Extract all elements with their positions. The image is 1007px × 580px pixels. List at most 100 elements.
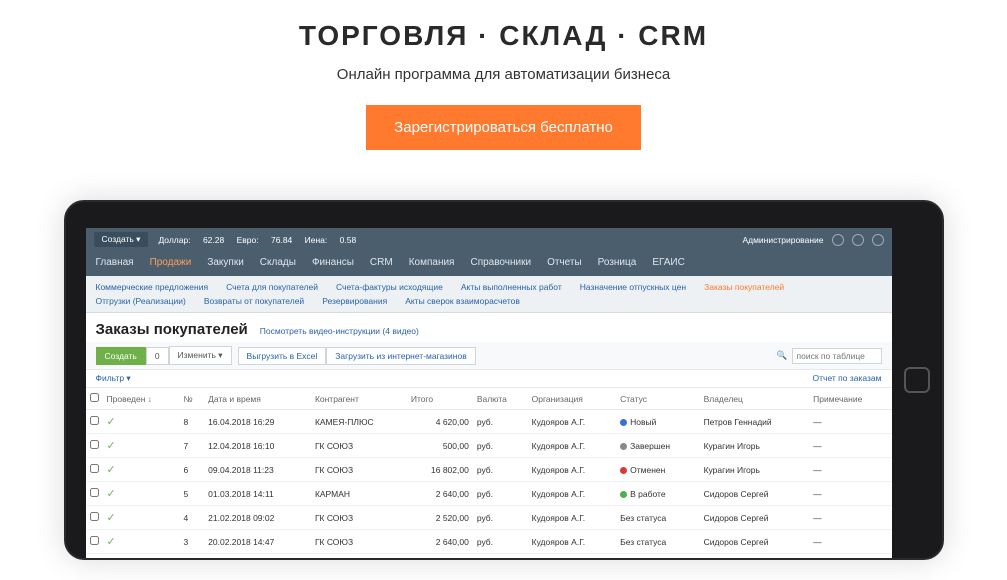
nav-закупки[interactable]: Закупки [207, 257, 243, 268]
nav-отчеты[interactable]: Отчеты [547, 257, 582, 268]
search-input[interactable] [792, 348, 882, 364]
bell-icon[interactable] [852, 234, 864, 246]
search-icon: 🔍 [777, 350, 788, 361]
cell-note: — [809, 506, 891, 530]
edit-dropdown[interactable]: Изменить ▾ [169, 346, 232, 365]
cell-no: 8 [180, 410, 205, 434]
export-excel-button[interactable]: Выгрузить в Excel [238, 347, 327, 365]
user-icon[interactable] [872, 234, 884, 246]
select-all-checkbox[interactable] [90, 393, 99, 402]
row-checkbox[interactable] [90, 488, 99, 497]
cell-contractor: ГК СОЮЗ [311, 458, 407, 482]
column-header[interactable]: № [180, 388, 205, 410]
create-button[interactable]: Создать [96, 347, 146, 365]
import-button[interactable]: Загрузить из интернет-магазинов [326, 347, 475, 365]
posted-icon: ✓ [107, 440, 116, 452]
nav-егаис[interactable]: ЕГАИС [652, 257, 685, 268]
nav-компания[interactable]: Компания [409, 257, 455, 268]
subnav-item[interactable]: Коммерческие предложения [96, 282, 209, 292]
cell-org: Кудояров А.Г. [528, 458, 617, 482]
row-checkbox[interactable] [90, 536, 99, 545]
cell-status: Отменен [616, 458, 699, 482]
orders-table: Проведен ↓№Дата и времяКонтрагентИтогоВа… [86, 388, 892, 554]
subnav-item[interactable]: Акты выполненных работ [461, 282, 562, 292]
column-header[interactable]: Примечание [809, 388, 891, 410]
table-row[interactable]: ✓712.04.2018 16:10ГК СОЮЗ500,00руб.Кудоя… [86, 434, 892, 458]
nav-склады[interactable]: Склады [260, 257, 296, 268]
cell-contractor: ГК СОЮЗ [311, 434, 407, 458]
table-row[interactable]: ✓816.04.2018 16:29КАМЕЯ-ПЛЮС4 620,00руб.… [86, 410, 892, 434]
cell-status: Без статуса [616, 506, 699, 530]
posted-icon: ✓ [107, 464, 116, 476]
main-nav: Главная Продажи Закупки Склады Финансы CRM Ком… [86, 251, 892, 276]
admin-link[interactable]: Администрирование [742, 235, 823, 245]
subnav-item[interactable]: Назначение отпускных цен [580, 282, 686, 292]
column-header[interactable]: Статус [616, 388, 699, 410]
cell-total: 4 620,00 [407, 410, 473, 434]
column-header[interactable]: Контрагент [311, 388, 407, 410]
subnav-item[interactable]: Возвраты от покупателей [204, 296, 304, 306]
column-header[interactable]: Владелец [700, 388, 810, 410]
status-dot-icon [620, 419, 627, 426]
column-header[interactable]: Валюта [473, 388, 528, 410]
nav-главная[interactable]: Главная [96, 257, 134, 268]
nav-crm[interactable]: CRM [370, 257, 393, 268]
cell-contractor: ГК СОЮЗ [311, 530, 407, 554]
cell-currency: руб. [473, 506, 528, 530]
subnav-item[interactable]: Заказы покупателей [704, 282, 784, 292]
cell-owner: Сидоров Сергей [700, 506, 810, 530]
signup-button[interactable]: Зарегистрироваться бесплатно [366, 105, 641, 150]
cell-org: Кудояров А.Г. [528, 410, 617, 434]
column-header[interactable]: Проведен ↓ [103, 388, 180, 410]
subnav-item[interactable]: Резервирования [322, 296, 387, 306]
cell-org: Кудояров А.Г. [528, 482, 617, 506]
create-dropdown[interactable]: Создать ▾ [94, 232, 149, 247]
settings-icon[interactable] [832, 234, 844, 246]
table-row[interactable]: ✓609.04.2018 11:23ГК СОЮЗ16 802,00руб.Ку… [86, 458, 892, 482]
column-header[interactable]: Дата и время [204, 388, 311, 410]
row-checkbox[interactable] [90, 512, 99, 521]
posted-icon: ✓ [107, 512, 116, 524]
cell-datetime: 16.04.2018 16:29 [204, 410, 311, 434]
column-header[interactable]: Организация [528, 388, 617, 410]
selected-count: 0 [146, 347, 169, 365]
subnav-item[interactable]: Счета-фактуры исходящие [336, 282, 443, 292]
table-row[interactable]: ✓421.02.2018 09:02ГК СОЮЗ2 520,00руб.Куд… [86, 506, 892, 530]
cell-contractor: ГК СОЮЗ [311, 506, 407, 530]
column-header[interactable]: Итого [407, 388, 473, 410]
currency-rates: Доллар: 62.28 Евро: 76.84 Иена: 0.58 [158, 235, 366, 245]
cell-currency: руб. [473, 530, 528, 554]
video-instructions-link[interactable]: Посмотреть видео-инструкции (4 видео) [260, 326, 419, 336]
nav-финансы[interactable]: Финансы [312, 257, 354, 268]
cell-total: 2 640,00 [407, 482, 473, 506]
cell-status: Новый [616, 410, 699, 434]
table-row[interactable]: ✓501.03.2018 14:11КАРМАН2 640,00руб.Кудо… [86, 482, 892, 506]
jpy-label: Иена: [305, 235, 328, 245]
subnav-item[interactable]: Акты сверок взаиморасчетов [405, 296, 520, 306]
subnav-item[interactable]: Отгрузки (Реализации) [96, 296, 186, 306]
cell-total: 500,00 [407, 434, 473, 458]
cell-datetime: 01.03.2018 14:11 [204, 482, 311, 506]
row-checkbox[interactable] [90, 464, 99, 473]
cell-currency: руб. [473, 410, 528, 434]
cell-note: — [809, 482, 891, 506]
cell-currency: руб. [473, 434, 528, 458]
sub-nav: Коммерческие предложения Счета для покупа… [86, 276, 892, 313]
cell-no: 6 [180, 458, 205, 482]
cell-contractor: КАРМАН [311, 482, 407, 506]
table-row[interactable]: ✓320.02.2018 14:47ГК СОЮЗ2 640,00руб.Куд… [86, 530, 892, 554]
nav-розница[interactable]: Розница [598, 257, 637, 268]
filter-dropdown[interactable]: Фильтр ▾ [96, 373, 131, 384]
posted-icon: ✓ [107, 416, 116, 428]
hero-subtitle: Онлайн программа для автоматизации бизне… [0, 66, 1007, 83]
orders-report-link[interactable]: Отчет по заказам [813, 373, 882, 384]
subnav-item[interactable]: Счета для покупателей [226, 282, 318, 292]
status-dot-icon [620, 467, 627, 474]
row-checkbox[interactable] [90, 416, 99, 425]
cell-datetime: 21.02.2018 09:02 [204, 506, 311, 530]
nav-справочники[interactable]: Справочники [470, 257, 531, 268]
row-checkbox[interactable] [90, 440, 99, 449]
cell-total: 2 520,00 [407, 506, 473, 530]
cell-org: Кудояров А.Г. [528, 434, 617, 458]
nav-продажи[interactable]: Продажи [150, 257, 192, 268]
